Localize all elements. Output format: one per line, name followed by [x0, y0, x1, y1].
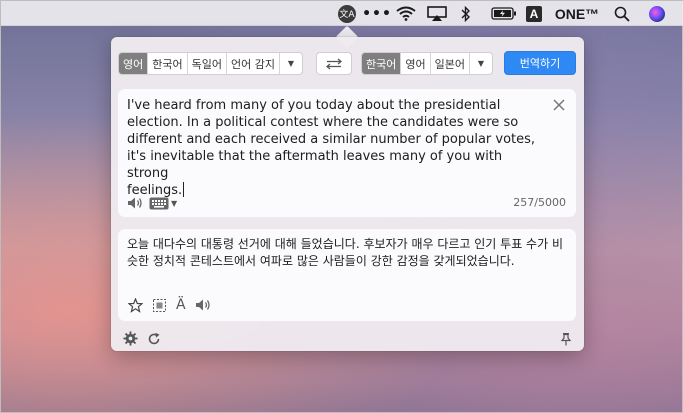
swap-icon: [325, 58, 343, 69]
airplay-icon[interactable]: [426, 1, 448, 26]
refresh-icon[interactable]: [147, 332, 161, 346]
pronunciation-icon[interactable]: Ä: [176, 297, 186, 313]
source-lang-detect[interactable]: 언어 감지: [227, 53, 280, 74]
translate-menu-icon[interactable]: 文A: [337, 1, 357, 26]
source-language-selector: 영어 한국어 독일어 언어 감지 ▼: [118, 52, 303, 75]
search-icon[interactable]: [612, 1, 632, 26]
target-language-selector: 한국어 영어 일본어 ▼: [361, 52, 493, 75]
text-cursor: [183, 182, 185, 197]
pin-icon[interactable]: [560, 332, 572, 346]
chevron-down-icon: ▼: [477, 59, 485, 68]
battery-icon[interactable]: [491, 1, 517, 26]
target-lang-japanese[interactable]: 일본어: [431, 53, 470, 74]
more-dots-icon[interactable]: •••: [362, 1, 391, 26]
target-lang-english[interactable]: 영어: [401, 53, 431, 74]
star-icon[interactable]: [128, 297, 143, 313]
source-lang-korean[interactable]: 한국어: [148, 53, 188, 74]
translator-popover: 영어 한국어 독일어 언어 감지 ▼ 한국어 영어 일본어 ▼ 번역하기 I'v…: [111, 37, 584, 351]
menu-bar: 文A ••• A ONE™: [1, 1, 683, 26]
character-count: 257/5000: [513, 196, 566, 209]
swap-languages-button[interactable]: [316, 52, 352, 75]
keyboard-icon[interactable]: [149, 197, 169, 210]
wifi-icon[interactable]: [395, 1, 417, 26]
translation-result-card: 오늘 대다수의 대통령 선거에 대해 들었습니다. 후보자가 매우 다르고 인기…: [118, 229, 576, 321]
translate-button[interactable]: 번역하기: [504, 51, 576, 75]
select-all-icon[interactable]: [152, 298, 167, 313]
speaker-icon[interactable]: [127, 196, 143, 210]
translation-text: 오늘 대다수의 대통령 선거에 대해 들었습니다. 후보자가 매우 다르고 인기…: [127, 237, 563, 268]
source-text: I've heard from many of you today about …: [127, 98, 536, 198]
speaker-icon[interactable]: [195, 298, 211, 312]
siri-icon[interactable]: [648, 1, 666, 26]
source-lang-dropdown[interactable]: ▼: [280, 53, 302, 74]
source-lang-english[interactable]: 영어: [119, 53, 149, 74]
result-tools: Ä: [128, 297, 211, 313]
source-tools: ▼: [127, 196, 177, 210]
chevron-down-icon: ▼: [287, 59, 295, 68]
input-source-icon: A: [526, 5, 542, 22]
source-text-area[interactable]: I've heard from many of you today about …: [127, 97, 547, 199]
input-source-button[interactable]: A: [525, 1, 543, 26]
source-text-card: I've heard from many of you today about …: [118, 89, 576, 217]
close-icon: [553, 99, 565, 111]
siri-orb: [649, 5, 665, 22]
one-menu-label[interactable]: ONE™: [553, 1, 601, 26]
chevron-down-icon[interactable]: ▼: [171, 199, 177, 208]
gear-icon[interactable]: [123, 331, 138, 346]
target-lang-dropdown[interactable]: ▼: [470, 53, 492, 74]
translate-icon: 文A: [338, 4, 356, 23]
source-lang-german[interactable]: 독일어: [188, 53, 227, 74]
bluetooth-icon[interactable]: [459, 1, 473, 26]
clear-text-button[interactable]: [552, 97, 566, 111]
target-lang-korean[interactable]: 한국어: [362, 53, 402, 74]
